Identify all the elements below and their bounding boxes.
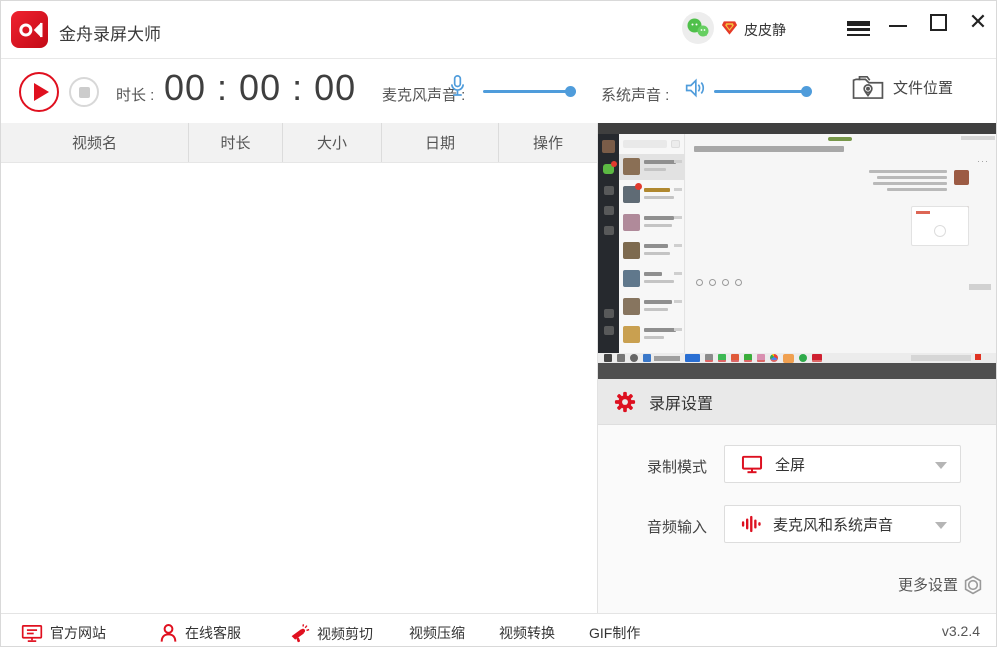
gif-maker-link[interactable]: GIF制作 [589, 623, 640, 643]
record-mode-label: 录制模式 [647, 456, 707, 477]
monitor-icon [21, 624, 43, 643]
system-volume-slider[interactable] [714, 90, 809, 93]
video-cut-link[interactable]: 视频剪切 [289, 623, 373, 644]
record-mode-dropdown[interactable]: 全屏 [724, 445, 961, 483]
video-convert-link[interactable]: 视频转换 [499, 623, 555, 643]
duration-label: 时长 : [116, 84, 154, 105]
column-video-name: 视频名 [1, 123, 188, 162]
settings-header: 录屏设置 [598, 379, 997, 425]
column-duration: 时长 [188, 123, 282, 162]
audio-input-dropdown[interactable]: 麦克风和系统声音 [724, 505, 961, 543]
megaphone-icon [289, 623, 310, 644]
person-icon [159, 623, 178, 643]
online-support-label: 在线客服 [185, 623, 241, 643]
file-location-label: 文件位置 [893, 77, 953, 98]
video-list-empty [1, 163, 597, 613]
preview-left-rail [598, 134, 619, 353]
video-compress-link[interactable]: 视频压缩 [409, 623, 465, 643]
right-panel: ··· [597, 123, 997, 613]
chevron-down-icon [935, 522, 947, 529]
stop-icon [79, 87, 90, 98]
folder-pin-icon [851, 72, 885, 102]
app-window: 金舟录屏大师 皮皮静 [0, 0, 997, 647]
audio-input-value: 麦克风和系统声音 [773, 514, 893, 535]
preview-taskbar [598, 353, 997, 363]
mic-volume-handle[interactable] [565, 86, 576, 97]
video-cut-label: 视频剪切 [317, 624, 373, 644]
minimize-button[interactable] [878, 1, 918, 43]
official-site-link[interactable]: 官方网站 [21, 623, 106, 643]
stop-button[interactable] [69, 77, 99, 107]
version-label: v3.2.4 [942, 623, 980, 639]
microphone-icon [449, 74, 466, 104]
preview-bottom-strip [598, 363, 997, 379]
titlebar: 金舟录屏大师 皮皮静 [1, 1, 997, 59]
online-support-link[interactable]: 在线客服 [159, 623, 241, 643]
column-size: 大小 [282, 123, 381, 162]
video-convert-label: 视频转换 [499, 623, 555, 643]
system-volume-label: 系统声音 : [601, 84, 669, 105]
waveform-icon [741, 514, 761, 534]
video-table-header: 视频名 时长 大小 日期 操作 [1, 123, 598, 163]
footer: 官方网站 在线客服 视频剪切 [1, 613, 997, 647]
toolbar: 时长 : 00 : 00 : 00 麦克风声音 : 系统声音 : [1, 60, 997, 123]
play-icon [34, 83, 49, 101]
gear-icon [614, 391, 636, 413]
settings-hex-icon [963, 575, 983, 595]
preview-chat-main: ··· [686, 134, 997, 353]
menu-button[interactable] [838, 1, 878, 43]
vip-badge-icon [721, 20, 738, 41]
preview-chat-window: ··· [598, 134, 997, 353]
user-account[interactable]: 皮皮静 [681, 11, 786, 49]
settings-title: 录屏设置 [649, 390, 713, 414]
speaker-icon [684, 78, 706, 103]
column-actions: 操作 [498, 123, 597, 162]
screen-preview: ··· [598, 123, 997, 379]
column-date: 日期 [381, 123, 498, 162]
username: 皮皮静 [744, 20, 786, 40]
app-title: 金舟录屏大师 [59, 20, 161, 45]
record-button[interactable] [19, 72, 59, 112]
video-compress-label: 视频压缩 [409, 623, 465, 643]
audio-input-label: 音频输入 [647, 516, 707, 537]
chevron-down-icon [935, 462, 947, 469]
close-button[interactable]: ✕ [958, 1, 997, 43]
maximize-button[interactable] [918, 1, 958, 43]
system-volume-handle[interactable] [801, 86, 812, 97]
gif-maker-label: GIF制作 [589, 623, 640, 643]
file-location-button[interactable]: 文件位置 [851, 72, 953, 102]
fullscreen-monitor-icon [741, 455, 763, 474]
timer-display: 00 : 00 : 00 [164, 67, 356, 109]
more-settings-label: 更多设置 [898, 574, 958, 595]
mic-volume-slider[interactable] [483, 90, 576, 93]
settings-body: 录制模式 全屏 音频输入 [598, 426, 997, 613]
app-logo-icon [11, 11, 48, 48]
official-site-label: 官方网站 [50, 623, 106, 643]
record-mode-value: 全屏 [775, 454, 805, 475]
wechat-avatar [681, 11, 715, 50]
preview-chat-list [619, 134, 685, 353]
more-settings-button[interactable]: 更多设置 [898, 574, 983, 595]
